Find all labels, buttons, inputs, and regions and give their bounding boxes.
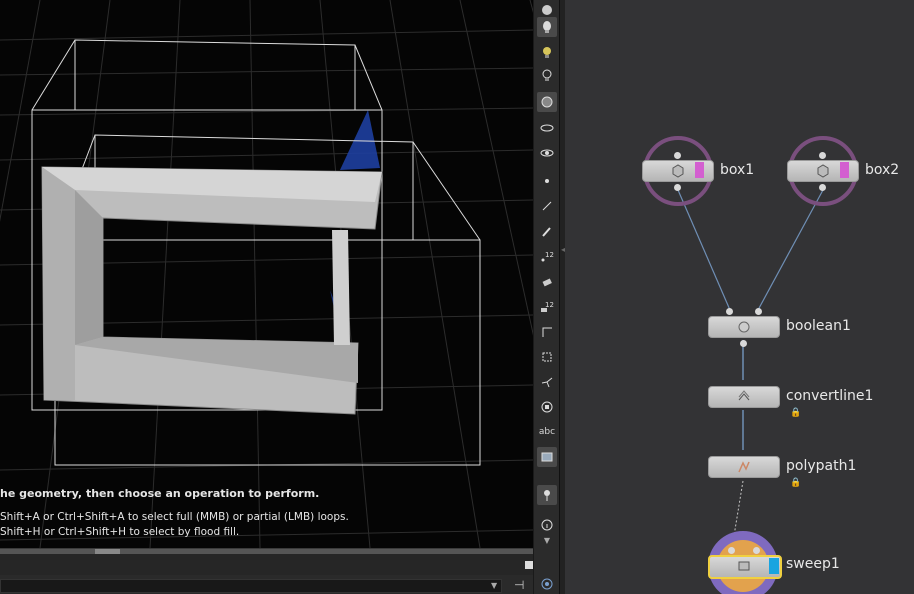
input-connector-b[interactable] [753,547,760,554]
input-connector[interactable] [674,152,681,159]
svg-text:12: 12 [545,301,554,309]
pen-icon[interactable] [537,221,557,241]
network-editor[interactable]: box1 box2 boolean1 convertline1 🔒 polypa… [565,0,914,594]
node-label: boolean1 [786,318,851,334]
output-connector[interactable] [740,340,747,347]
node-label: box2 [865,162,900,178]
scrollbar[interactable] [0,549,533,554]
chevron-down-icon[interactable]: ▼ [537,530,557,550]
hint-title: he geometry, then choose an operation to… [0,487,320,500]
scrollbar-handle[interactable] [95,549,120,554]
shading-icon[interactable] [537,92,557,112]
lock-icon: 🔒 [790,478,802,488]
hint-loop-select: Shift+A or Ctrl+Shift+A to select full (… [0,511,349,523]
input-connector-a[interactable] [726,308,733,315]
node-label: polypath1 [786,458,857,474]
input-connector-b[interactable] [755,308,762,315]
square-icon[interactable] [525,561,533,569]
convertline-icon [738,390,750,401]
display-toolbar: 12 12 abc ▼ [533,0,560,594]
scene-viewport[interactable]: he geometry, then choose an operation to… [0,0,533,548]
bulb-icon[interactable] [537,42,557,62]
bulb-outline-icon[interactable] [537,65,557,85]
command-field[interactable] [0,579,502,593]
light-icon[interactable] [537,17,557,37]
point-icon[interactable] [537,171,557,191]
template-flag[interactable] [840,162,849,178]
grid-snap-icon[interactable] [537,347,557,367]
viewport-footer: ▼ ⊣ [0,548,533,594]
boolean-icon [738,321,750,333]
transform-icon[interactable] [537,372,557,392]
prim-number-icon[interactable]: 12 [537,296,557,316]
lock-icon: 🔒 [790,408,802,418]
normal-icon[interactable] [537,196,557,216]
svg-text:12: 12 [545,251,554,259]
viewport-scene [0,0,533,548]
box-icon [817,164,829,178]
brush-icon[interactable] [537,271,557,291]
input-connector[interactable] [819,152,826,159]
network-icon[interactable] [537,574,557,594]
dropdown-arrow-icon[interactable]: ▼ [491,581,497,590]
eye-icon[interactable] [537,118,557,138]
output-connector[interactable] [819,184,826,191]
viewport-status-bar [0,548,533,575]
node-label: box1 [720,162,755,178]
network-wires [643,136,858,594]
stop-icon[interactable] [537,397,557,417]
display-flag[interactable] [769,558,779,574]
input-connector-a[interactable] [728,547,735,554]
text-display-button[interactable]: abc [537,422,557,442]
node-label: convertline1 [786,388,874,404]
polypath-icon [738,461,750,473]
node-label: sweep1 [786,556,840,572]
output-connector[interactable] [674,184,681,191]
box-icon [672,164,684,178]
background-image-icon[interactable] [537,447,557,467]
template-flag[interactable] [695,162,704,178]
point-number-icon[interactable]: 12 [537,246,557,266]
pin-icon[interactable]: ⊣ [514,578,524,592]
location-pin-icon[interactable] [537,485,557,505]
visibility-icon[interactable] [537,143,557,163]
hint-flood-fill: Shift+H or Ctrl+Shift+H to select by flo… [0,526,240,538]
sweep-icon [738,561,750,571]
corner-icon[interactable] [537,322,557,342]
